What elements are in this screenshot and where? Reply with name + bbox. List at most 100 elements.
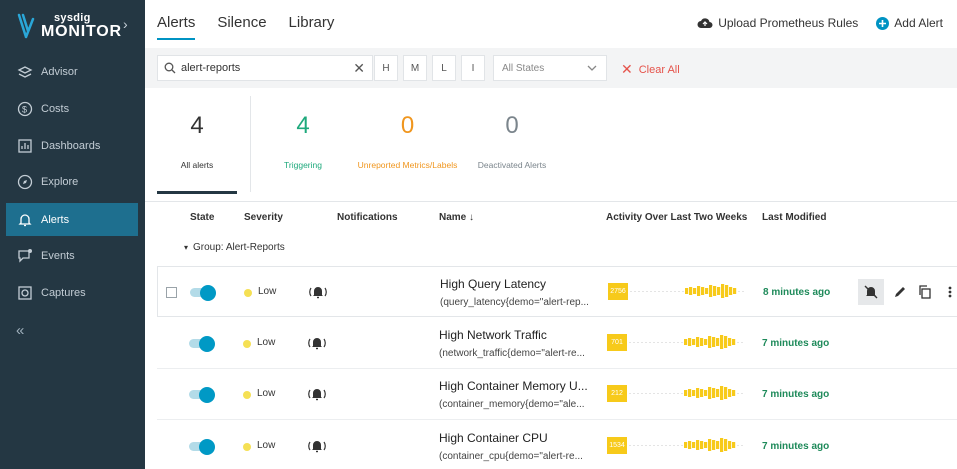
close-icon: ✕: [621, 61, 633, 77]
column-header-activity[interactable]: Activity Over Last Two Weeks: [606, 212, 747, 223]
activity-sparkline: 212: [607, 383, 747, 403]
activity-bar: [689, 287, 693, 295]
summary-count: 0: [400, 112, 415, 139]
activity-bar: [720, 335, 724, 349]
column-header-last-modified[interactable]: Last Modified: [762, 212, 826, 223]
severity-dot: [243, 391, 251, 399]
sidebar-item-label: Advisor: [41, 65, 78, 78]
activity-bar: [700, 441, 704, 449]
activity-bar: [704, 390, 708, 396]
activity-bar: [708, 439, 712, 451]
sysdig-logo-icon: [17, 13, 35, 39]
edit-icon[interactable]: [890, 279, 910, 305]
bell-icon: [16, 211, 34, 229]
add-alert-button[interactable]: Add Alert: [876, 16, 943, 30]
severity-info-button[interactable]: I: [461, 55, 485, 81]
alert-name[interactable]: High Query Latency: [440, 277, 546, 291]
alert-name[interactable]: High Network Traffic: [439, 328, 547, 342]
table-row[interactable]: Low High Network Traffic (network_traffi…: [157, 318, 957, 369]
states-select[interactable]: All States: [493, 55, 607, 81]
state-toggle[interactable]: [189, 387, 215, 403]
divider: [145, 201, 957, 202]
activity-bar: [724, 387, 728, 399]
activity-bar: [713, 286, 717, 296]
summary-label: Unreported Metrics/Labels: [357, 160, 458, 170]
activity-bar: [712, 440, 716, 450]
activity-bar: [688, 338, 692, 346]
activity-bar: [701, 287, 705, 295]
group-header[interactable]: ▾ Group: Alert-Reports: [184, 242, 285, 253]
mute-bell-icon[interactable]: [858, 279, 884, 305]
activity-bar: [732, 339, 736, 345]
copy-icon[interactable]: [915, 279, 935, 305]
summary-all-alerts[interactable]: 4 All alerts: [157, 88, 237, 194]
column-header-name[interactable]: Name ↓: [439, 212, 474, 223]
column-header-notifications[interactable]: Notifications: [337, 212, 398, 223]
alert-name[interactable]: High Container Memory U...: [439, 379, 588, 393]
summary-label: Deactivated Alerts: [477, 160, 547, 170]
last-modified: 7 minutes ago: [762, 441, 830, 452]
activity-bar: [684, 442, 688, 448]
clear-search-icon[interactable]: ✕: [353, 60, 365, 77]
summary-unreported[interactable]: 0 Unreported Metrics/Labels: [350, 88, 465, 194]
sidebar-item-dashboards[interactable]: Dashboards: [6, 129, 138, 162]
add-alert-label: Add Alert: [894, 16, 943, 30]
severity-text: Low: [257, 388, 276, 399]
column-header-state[interactable]: State: [190, 212, 214, 223]
activity-bar: [724, 439, 728, 451]
table-row[interactable]: Low High Container Memory U... (containe…: [157, 369, 957, 420]
activity-bar: [696, 440, 700, 450]
table-row[interactable]: Low High Query Latency (query_latency{de…: [157, 266, 957, 317]
alert-name[interactable]: High Container CPU: [439, 431, 548, 445]
notification-bell-icon[interactable]: [307, 386, 327, 407]
summary-label: All alerts: [180, 160, 214, 170]
activity-sparkline: 1534: [607, 435, 747, 455]
notification-bell-icon[interactable]: [307, 438, 327, 459]
activity-bar: [721, 284, 725, 298]
activity-bar: [728, 389, 732, 397]
upload-prometheus-rules-button[interactable]: Upload Prometheus Rules: [697, 16, 858, 30]
sidebar-item-captures[interactable]: Captures: [6, 276, 138, 309]
sidebar-item-costs[interactable]: $ Costs: [6, 92, 138, 125]
activity-bar: [712, 388, 716, 398]
more-options-icon[interactable]: [940, 279, 957, 305]
chevron-down-icon: [587, 65, 597, 71]
tab-library[interactable]: Library: [289, 14, 335, 40]
tab-silence[interactable]: Silence: [217, 14, 266, 40]
dashboards-icon: [16, 137, 34, 155]
sidebar-item-label: Events: [41, 249, 75, 262]
clear-all-label: Clear All: [638, 63, 680, 76]
severity-low-button[interactable]: L: [432, 55, 456, 81]
activity-bar: [692, 390, 696, 396]
state-toggle[interactable]: [189, 439, 215, 455]
activity-bar: [684, 339, 688, 345]
severity-text: Low: [257, 337, 276, 348]
collapse-sidebar-icon[interactable]: «: [16, 322, 24, 339]
table-row[interactable]: Low High Container CPU (container_cpu{de…: [157, 421, 957, 469]
search-input[interactable]: [181, 62, 351, 74]
summary-triggering[interactable]: 4 Triggering: [263, 88, 343, 194]
notification-bell-icon[interactable]: [308, 284, 328, 305]
activity-bar: [725, 285, 729, 297]
clear-all-button[interactable]: ✕ Clear All: [621, 61, 680, 78]
sidebar-item-label: Captures: [41, 286, 86, 299]
sidebar-item-advisor[interactable]: Advisor: [6, 55, 138, 88]
captures-icon: [16, 284, 34, 302]
chevron-right-icon[interactable]: ›: [123, 16, 128, 32]
state-toggle[interactable]: [190, 285, 216, 301]
logo[interactable]: sysdig MONITOR ›: [12, 9, 142, 45]
sidebar-item-events[interactable]: Events: [6, 239, 138, 272]
activity-bar: [688, 389, 692, 397]
state-toggle[interactable]: [189, 336, 215, 352]
row-checkbox[interactable]: [166, 287, 177, 298]
sidebar-item-alerts[interactable]: Alerts: [6, 203, 138, 236]
severity-high-button[interactable]: H: [374, 55, 398, 81]
summary-deactivated[interactable]: 0 Deactivated Alerts: [470, 88, 554, 194]
column-header-severity[interactable]: Severity: [244, 212, 283, 223]
notification-bell-icon[interactable]: [307, 335, 327, 356]
tab-alerts[interactable]: Alerts: [157, 14, 196, 40]
plus-circle-icon: [876, 16, 890, 30]
severity-medium-button[interactable]: M: [403, 55, 427, 81]
summary-divider: [250, 96, 251, 192]
sidebar-item-explore[interactable]: Explore: [6, 165, 138, 198]
